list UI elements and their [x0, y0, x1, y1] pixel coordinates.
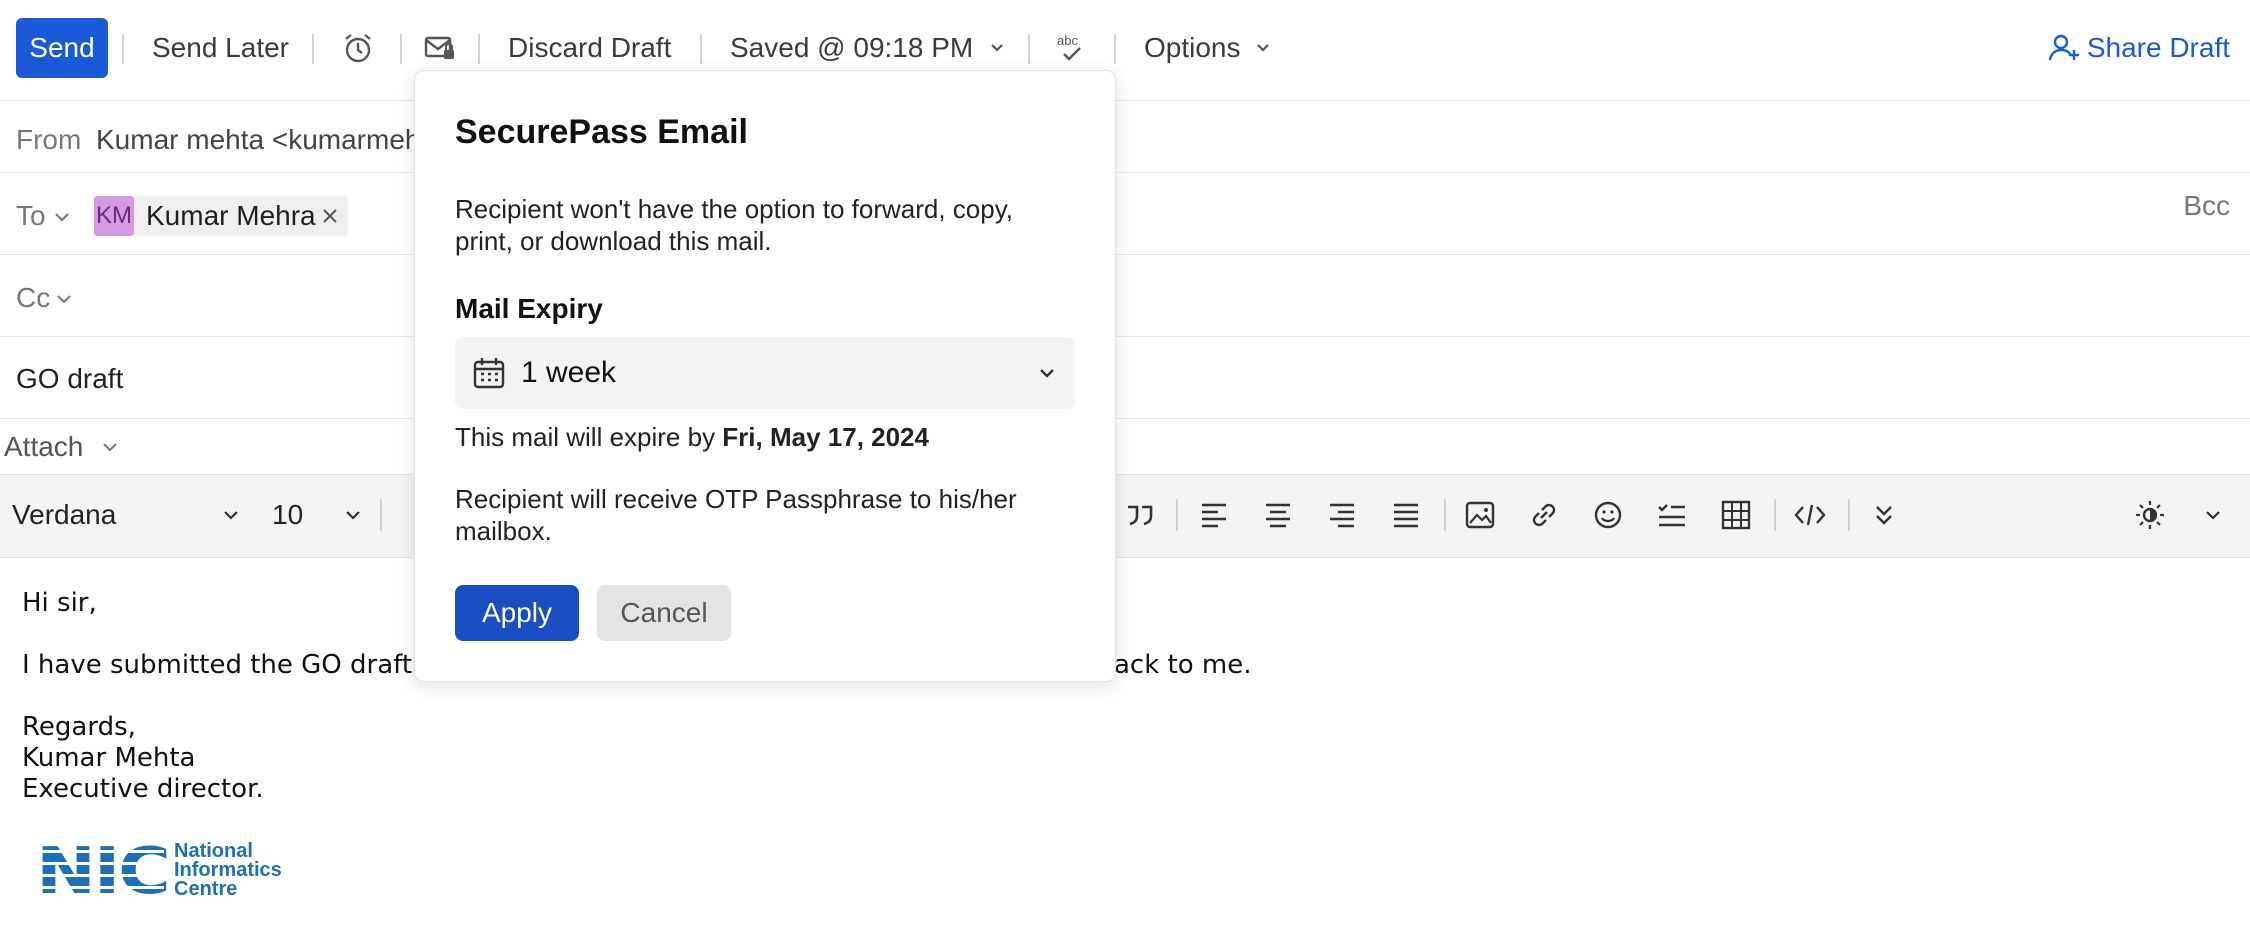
image-icon[interactable] [1462, 497, 1498, 533]
mail-expiry-value: 1 week [521, 356, 617, 389]
divider [380, 499, 382, 531]
theme-toggle-icon[interactable] [2132, 497, 2168, 533]
divider [0, 336, 2250, 337]
logo-stripe [36, 874, 164, 877]
format-toolbar: Verdana 10 [0, 474, 2250, 558]
emoji-icon[interactable] [1590, 497, 1626, 533]
logo-text-3: Centre [174, 878, 238, 900]
mail-expiry-heading: Mail Expiry [455, 293, 603, 324]
logo-stripe [36, 886, 164, 889]
dialog-description: Recipient won't have the option to forwa… [455, 194, 1014, 256]
expiry-note-prefix: This mail will expire by [455, 422, 723, 452]
divider [1028, 34, 1030, 64]
chevron-down-icon[interactable] [2200, 501, 2226, 529]
body-line: Hi sir, [22, 588, 97, 618]
securepass-dialog: SecurePass Email Recipient won't have th… [414, 70, 1116, 682]
from-field[interactable]: Kumar mehta <kumarmeh [96, 122, 420, 158]
discard-draft-button[interactable]: Discard Draft [508, 30, 671, 66]
divider [478, 34, 480, 64]
subject-field[interactable]: GO draft [16, 361, 123, 397]
divider [1176, 499, 1178, 531]
chevron-down-icon[interactable] [982, 32, 1018, 68]
font-size-select[interactable]: 10 [272, 497, 303, 533]
share-user-icon[interactable] [2046, 30, 2082, 66]
cc-label[interactable]: Cc [16, 280, 50, 316]
blockquote-icon[interactable] [1122, 497, 1158, 533]
code-icon[interactable] [1792, 497, 1828, 533]
divider [1444, 499, 1446, 531]
recipient-name: Kumar Mehra [146, 200, 316, 231]
body-line: Regards, [22, 712, 136, 742]
font-family-select[interactable]: Verdana [12, 497, 116, 533]
recipient-chip[interactable]: KM Kumar Mehra [94, 196, 348, 236]
expiry-note: This mail will expire by Fri, May 17, 20… [455, 421, 1075, 453]
body-line: I have submitted the GO draft [22, 650, 413, 680]
options-menu[interactable]: Options [1144, 30, 1241, 66]
divider [700, 34, 702, 64]
divider [122, 34, 124, 64]
more-options-icon[interactable] [1866, 497, 1902, 533]
chevron-down-icon [1033, 359, 1061, 387]
align-right-icon[interactable] [1324, 497, 1360, 533]
chevron-down-icon[interactable] [50, 202, 74, 230]
avatar: KM [94, 196, 134, 236]
compose-toolbar: Send Send Later Discard Draft Saved @ 09… [0, 0, 2250, 101]
share-draft-button[interactable]: Share Draft [2087, 30, 2230, 66]
expiry-date: Fri, May 17, 2024 [722, 422, 929, 452]
nic-logo: NIC National Informatics Centre [36, 840, 296, 904]
alarm-icon[interactable] [340, 30, 376, 66]
chevron-down-icon[interactable] [98, 432, 122, 460]
divider [400, 34, 402, 64]
table-icon[interactable] [1718, 497, 1754, 533]
otp-note: Recipient will receive OTP Passphrase to… [455, 484, 1017, 546]
align-left-icon[interactable] [1196, 497, 1232, 533]
bcc-button[interactable]: Bcc [2183, 188, 2230, 224]
close-icon[interactable] [318, 204, 342, 228]
mail-expiry-select[interactable]: 1 week [455, 337, 1075, 409]
divider [1774, 499, 1776, 531]
logo-stripe [36, 850, 164, 853]
calendar-icon [471, 355, 507, 391]
secure-mail-icon[interactable] [422, 30, 458, 66]
send-later-button[interactable]: Send Later [152, 30, 289, 66]
chevron-down-icon[interactable] [218, 501, 244, 529]
divider [0, 172, 2250, 173]
body-line: Kumar Mehta [22, 743, 196, 773]
link-icon[interactable] [1526, 497, 1562, 533]
from-label: From [16, 124, 82, 155]
to-label[interactable]: To [16, 198, 46, 234]
attach-button[interactable]: Attach [4, 429, 83, 465]
apply-button[interactable]: Apply [455, 585, 579, 641]
chevron-down-icon[interactable] [52, 284, 76, 312]
logo-stripe [36, 862, 164, 865]
divider [0, 254, 2250, 255]
chevron-down-icon[interactable] [1248, 32, 1284, 68]
divider [312, 34, 314, 64]
spellcheck-icon[interactable]: abc [1054, 30, 1090, 66]
divider [1848, 499, 1850, 531]
saved-status[interactable]: Saved @ 09:18 PM [730, 30, 973, 66]
divider [1114, 34, 1116, 64]
body-line: Executive director. [22, 774, 264, 804]
send-button[interactable]: Send [16, 18, 108, 78]
align-center-icon[interactable] [1260, 497, 1296, 533]
cancel-button[interactable]: Cancel [597, 585, 731, 641]
divider [0, 418, 2250, 419]
align-justify-icon[interactable] [1388, 497, 1424, 533]
chevron-down-icon[interactable] [340, 501, 366, 529]
dialog-title: SecurePass Email [455, 113, 748, 151]
svg-text:abc: abc [1057, 33, 1078, 48]
body-line: ack to me. [1114, 650, 1252, 680]
checklist-icon[interactable] [1654, 497, 1690, 533]
